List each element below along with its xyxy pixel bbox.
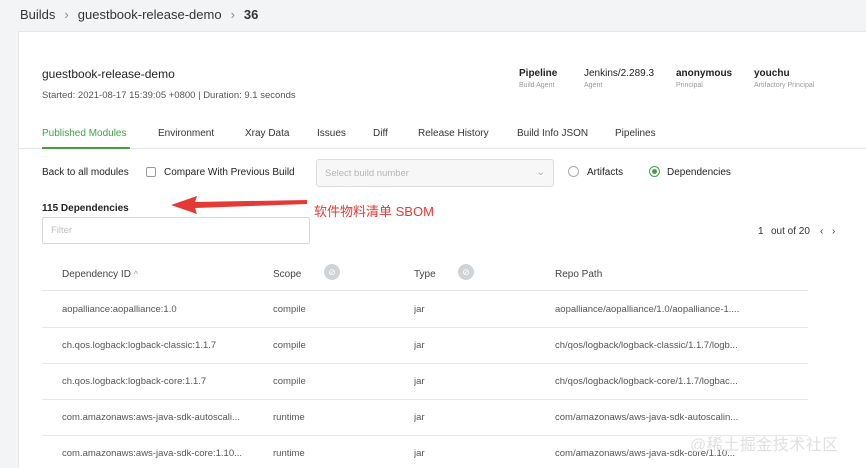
- dependency-count: 115 Dependencies: [42, 203, 129, 214]
- column-header-repo-path: Repo Path: [555, 269, 603, 280]
- cell-dependency-id: ch.qos.logback:logback-classic:1.1.7: [62, 340, 217, 351]
- cell-repo-path: ch/qos/logback/logback-classic/1.1.7/log…: [555, 340, 738, 351]
- build-meta: Started: 2021-08-17 15:39:05 +0800 | Dur…: [42, 90, 296, 101]
- cell-scope: runtime: [273, 412, 305, 423]
- cell-scope: runtime: [273, 448, 305, 459]
- annotation-text: 软件物料清单 SBOM: [314, 204, 434, 219]
- compare-checkbox[interactable]: [146, 167, 156, 177]
- watermark: @稀土掘金技术社区: [690, 437, 839, 454]
- cell-scope: compile: [273, 304, 306, 315]
- build-card: guestbook-release-demo Started: 2021-08-…: [18, 31, 866, 468]
- tab-environment[interactable]: Environment: [158, 128, 214, 139]
- tab-bar: Published Modules Environment Xray Data …: [19, 118, 866, 149]
- cell-scope: compile: [273, 376, 306, 387]
- cell-repo-path: aopalliance/aopalliance/1.0/aopalliance-…: [555, 304, 740, 315]
- sort-ascending-icon: ^: [133, 269, 138, 279]
- cell-dependency-id: ch.qos.logback:logback-core:1.1.7: [62, 376, 207, 387]
- artifacts-radio-label: Artifacts: [587, 167, 624, 178]
- tab-build-info-json[interactable]: Build Info JSON: [517, 128, 588, 139]
- page-number[interactable]: 1: [758, 226, 764, 237]
- tab-xray-data[interactable]: Xray Data: [245, 128, 289, 139]
- dependencies-radio[interactable]: [649, 166, 660, 177]
- type-filter-icon[interactable]: ⊘: [458, 264, 474, 280]
- info-artifactory-principal: youchu Artifactory Principal: [754, 68, 815, 89]
- cell-dependency-id: com.amazonaws:aws-java-sdk-autoscali...: [62, 412, 240, 423]
- chevron-down-icon: ⌄: [536, 167, 545, 178]
- table-row[interactable]: ch.qos.logback:logback-classic:1.1.7 com…: [42, 328, 808, 364]
- cell-repo-path: com/amazonaws/aws-java-sdk-autoscalin...: [555, 412, 739, 423]
- column-header-type: Type: [414, 269, 436, 280]
- info-build-agent: Pipeline Build Agent: [519, 68, 558, 89]
- annotation-arrow-icon: [171, 196, 307, 214]
- table-row[interactable]: ch.qos.logback:logback-core:1.1.7 compil…: [42, 364, 808, 400]
- cell-dependency-id: aopalliance:aopalliance:1.0: [62, 304, 177, 315]
- prev-page-icon[interactable]: ‹: [820, 226, 823, 237]
- tab-published-modules[interactable]: Published Modules: [42, 128, 127, 139]
- column-header-dependency-id[interactable]: Dependency ID ^: [62, 269, 138, 280]
- breadcrumb-builds[interactable]: Builds: [20, 7, 55, 22]
- breadcrumb: Builds › guestbook-release-demo › 36: [20, 7, 258, 22]
- breadcrumb-build-name[interactable]: guestbook-release-demo: [78, 7, 222, 22]
- cell-type: jar: [414, 448, 425, 459]
- cell-type: jar: [414, 340, 425, 351]
- cell-dependency-id: com.amazonaws:aws-java-sdk-core:1.10...: [62, 448, 243, 459]
- select-placeholder: Select build number: [325, 168, 409, 179]
- cell-type: jar: [414, 412, 425, 423]
- cell-type: jar: [414, 304, 425, 315]
- cell-type: jar: [414, 376, 425, 387]
- build-title: guestbook-release-demo: [42, 67, 175, 81]
- cell-scope: compile: [273, 340, 306, 351]
- tab-pipelines[interactable]: Pipelines: [615, 128, 656, 139]
- tab-issues[interactable]: Issues: [317, 128, 346, 139]
- build-number-select[interactable]: Select build number ⌄: [316, 159, 554, 187]
- info-principal: anonymous Principal: [676, 68, 733, 89]
- dependencies-radio-label: Dependencies: [667, 167, 731, 178]
- back-to-modules-link[interactable]: Back to all modules: [42, 167, 129, 178]
- table-row[interactable]: aopalliance:aopalliance:1.0 compile jar …: [42, 292, 808, 328]
- scope-filter-icon[interactable]: ⊘: [324, 264, 340, 280]
- chevron-right-icon: ›: [230, 7, 235, 22]
- cell-repo-path: ch/qos/logback/logback-core/1.1.7/logbac…: [555, 376, 738, 387]
- tab-diff[interactable]: Diff: [373, 128, 388, 139]
- column-header-scope: Scope: [273, 269, 302, 280]
- active-tab-indicator: [42, 147, 130, 149]
- table-header: Dependency ID ^ Scope ⊘ Type ⊘ Repo Path: [42, 259, 808, 291]
- breadcrumb-build-number: 36: [243, 7, 259, 22]
- chevron-right-icon: ›: [64, 7, 69, 22]
- artifacts-radio[interactable]: [568, 166, 579, 177]
- page-total: out of 20: [771, 226, 810, 237]
- compare-label: Compare With Previous Build: [164, 167, 295, 178]
- next-page-icon[interactable]: ›: [832, 226, 835, 237]
- tab-release-history[interactable]: Release History: [418, 128, 489, 139]
- info-agent: Jenkins/2.289.3 Agent: [584, 68, 655, 89]
